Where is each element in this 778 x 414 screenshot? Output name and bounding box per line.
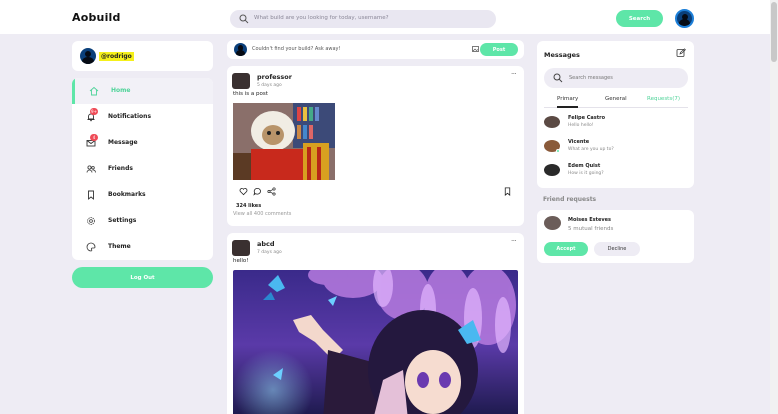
message-item[interactable]: Vicente What are you up to? xyxy=(544,139,688,157)
message-preview: Hello hello! xyxy=(568,123,594,128)
contact-avatar xyxy=(544,116,560,128)
friend-request-card: Moises Esteves 5 mutual friends Accept D… xyxy=(537,210,694,263)
feed-post: abcd 7 days ago ··· hello! xyxy=(227,233,524,414)
sidebar-item-message[interactable]: 4 Message xyxy=(72,130,213,156)
global-search-bar[interactable]: What build are you looking for today, us… xyxy=(230,10,496,28)
messages-panel: Messages Search messages Primary General… xyxy=(537,41,694,188)
search-input[interactable]: What build are you looking for today, us… xyxy=(254,15,389,21)
post-author-avatar[interactable] xyxy=(232,73,250,89)
profile-avatar xyxy=(80,48,96,64)
like-count: 324 likes xyxy=(236,203,262,209)
profile-handle: @rodrigo xyxy=(99,52,134,61)
palette-icon xyxy=(86,242,96,252)
message-item[interactable]: Felipe Castro Hello hello! xyxy=(544,115,688,133)
image-upload-icon[interactable] xyxy=(472,46,479,52)
sidebar-item-label: Bookmarks xyxy=(108,191,146,198)
gear-icon xyxy=(87,217,95,225)
sidebar-item-home[interactable]: Home xyxy=(72,78,213,104)
composer-input[interactable]: Couldn't find your build? Ask away! xyxy=(252,46,341,52)
post-timestamp: 5 days ago xyxy=(257,83,282,88)
post-image[interactable] xyxy=(233,270,518,414)
post-author[interactable]: abcd xyxy=(257,240,275,248)
mutual-friends-count: 5 mutual friends xyxy=(568,226,614,232)
post-actions xyxy=(239,187,519,197)
search-icon xyxy=(239,14,249,24)
profile-card[interactable]: @rodrigo xyxy=(72,41,213,71)
requester-avatar[interactable] xyxy=(544,216,561,230)
bookmark-icon xyxy=(88,190,94,200)
message-preview: How is it going? xyxy=(568,171,604,176)
sidebar-item-settings[interactable]: Settings xyxy=(72,208,213,234)
comment-icon[interactable] xyxy=(253,187,262,196)
logout-button[interactable]: Log Out xyxy=(72,267,213,288)
messages-title: Messages xyxy=(544,51,580,59)
app-logo[interactable]: Aobuild xyxy=(72,11,121,24)
message-search-bar[interactable]: Search messages xyxy=(544,68,688,88)
post-image[interactable] xyxy=(233,103,335,180)
home-icon xyxy=(89,86,99,96)
friend-requests-title: Friend requests xyxy=(543,196,597,203)
tab-requests[interactable]: Requests(7) xyxy=(647,96,680,102)
message-preview: What are you up to? xyxy=(568,147,614,152)
scrollbar-thumb[interactable] xyxy=(771,2,777,62)
composer-avatar xyxy=(234,43,247,56)
contact-avatar xyxy=(544,164,560,176)
more-options-icon[interactable]: ··· xyxy=(511,237,517,245)
bookmark-post-icon[interactable] xyxy=(503,187,512,196)
requester-name[interactable]: Moises Esteves xyxy=(568,217,611,223)
sidebar-item-friends[interactable]: Friends xyxy=(72,156,213,182)
post-author[interactable]: professor xyxy=(257,73,292,81)
message-item[interactable]: Edem Quist How is it going? xyxy=(544,163,688,181)
like-icon[interactable] xyxy=(239,187,248,196)
post-timestamp: 7 days ago xyxy=(257,250,282,255)
top-bar: Aobuild What build are you looking for t… xyxy=(0,0,770,34)
post-button[interactable]: Post xyxy=(480,43,518,56)
accept-button[interactable]: Accept xyxy=(544,242,588,256)
message-tabs: Primary General Requests(7) xyxy=(544,95,688,108)
search-icon xyxy=(553,73,563,83)
tab-primary[interactable]: Primary xyxy=(557,96,579,108)
contact-name: Vicente xyxy=(568,139,590,145)
contact-name: Edem Quist xyxy=(568,163,601,169)
feed-post: professor 5 days ago ··· this is a post … xyxy=(227,66,524,226)
users-icon xyxy=(86,165,96,173)
sidebar-item-bookmarks[interactable]: Bookmarks xyxy=(72,182,213,208)
sidebar-item-label: Settings xyxy=(108,217,137,224)
sidebar-item-notifications[interactable]: 9+ Notifications xyxy=(72,104,213,130)
user-avatar[interactable] xyxy=(675,9,694,28)
sidebar-item-label: Friends xyxy=(108,165,133,172)
share-icon[interactable] xyxy=(267,187,276,196)
sidebar-item-label: Theme xyxy=(108,243,131,250)
sidebar-nav: Home 9+ Notifications 4 Message Friends … xyxy=(72,78,213,260)
sidebar-item-theme[interactable]: Theme xyxy=(72,234,213,260)
sidebar-item-label: Home xyxy=(111,87,131,94)
more-options-icon[interactable]: ··· xyxy=(511,70,517,78)
search-button[interactable]: Search xyxy=(616,10,663,27)
post-author-avatar[interactable] xyxy=(232,240,250,256)
tab-general[interactable]: General xyxy=(605,96,627,102)
decline-button[interactable]: Decline xyxy=(594,242,640,256)
message-search-input[interactable]: Search messages xyxy=(569,75,613,81)
online-indicator xyxy=(556,149,560,153)
sidebar-item-label: Notifications xyxy=(108,113,152,120)
view-comments-link[interactable]: View all 400 comments xyxy=(233,211,291,217)
post-caption: hello! xyxy=(233,258,249,264)
compose-message-icon[interactable] xyxy=(676,48,686,58)
notification-badge: 9+ xyxy=(90,108,98,115)
contact-name: Felipe Castro xyxy=(568,115,606,121)
page-scrollbar[interactable] xyxy=(770,0,778,414)
message-badge: 4 xyxy=(90,134,98,141)
post-caption: this is a post xyxy=(233,91,268,97)
sidebar-item-label: Message xyxy=(108,139,138,146)
